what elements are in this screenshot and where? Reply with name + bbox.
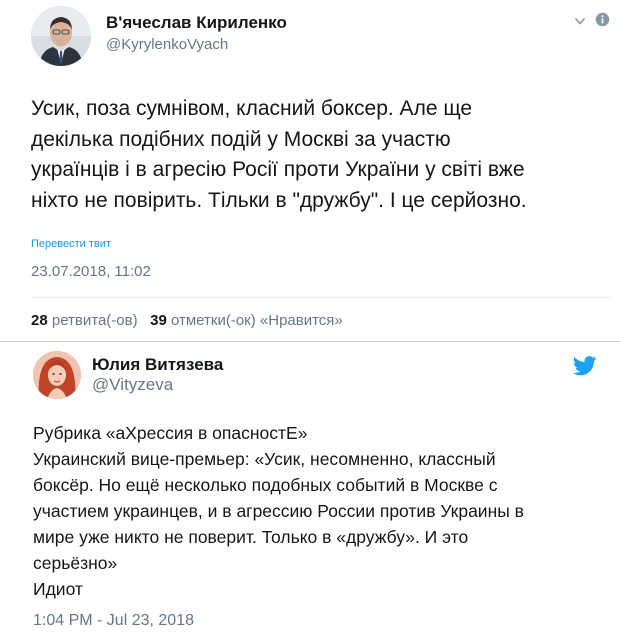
tweet-text-line: серьёзно» [33,553,118,573]
tweet-text-line: Идиот [33,579,83,599]
tweet-card-vityzeva: Юлия Витязева @Vityzeva Рубрика «аХресси… [0,341,620,636]
tweet-timestamp[interactable]: 23.07.2018, 11:02 [31,263,151,280]
retweets-count[interactable]: 28 [31,312,48,329]
avatar[interactable] [33,351,81,399]
tweet-text-line: Рубрика «аХрессия в опасностЕ» [33,423,308,443]
likes-label[interactable]: отметки(-ок) «Нравится» [171,312,343,329]
tweet-text-line: участием украинцев, и в агрессию России … [33,501,524,521]
tweet-text-line: Украинский вице-премьер: «Усик, несомнен… [33,449,496,469]
tweet-text-line: Усик, поза сумнівом, класний боксер. Але… [31,97,473,120]
tweet-text-line: декілька подібних подій у Москві за учас… [31,127,451,151]
tweet-card-kyrylenko: В'ячеслав Кириленко @KyrylenkoVyach Усик… [0,0,620,341]
author-name[interactable]: Юлия Витязева [92,355,223,375]
twitter-bird-icon[interactable] [573,356,597,376]
tweet-text-line: мире уже никто не поверит. Только в «дру… [33,527,469,547]
tweet-text: Усик, поза сумнівом, класний боксер. Але… [31,94,611,216]
divider [31,297,611,298]
tweet-text-line: боксёр. Но ещё несколько подобных событи… [33,475,498,495]
author-name[interactable]: В'ячеслав Кириленко [106,13,287,33]
translate-tweet-link[interactable]: Перевести твит [31,238,111,250]
retweets-label[interactable]: ретвита(-ов) [52,312,138,329]
tweet-timestamp[interactable]: 1:04 PM - Jul 23, 2018 [33,612,194,630]
chevron-down-icon[interactable] [573,14,587,28]
info-icon[interactable] [595,12,610,27]
avatar[interactable] [31,6,91,66]
author-handle[interactable]: @KyrylenkoVyach [106,36,228,53]
tweet-text-line: ніхто не повірить. Тільки в "дружбу". І … [31,188,527,212]
tweet-text: Рубрика «аХрессия в опасностЕ» Украински… [33,420,608,602]
tweet-text-line: українців і в агресію Росії проти Україн… [31,158,525,181]
likes-count[interactable]: 39 [150,312,167,329]
author-handle[interactable]: @Vityzeva [92,375,173,395]
tweet-stats: 28 ретвита(-ов) 39 отметки(-ок) «Нравитс… [31,312,343,329]
